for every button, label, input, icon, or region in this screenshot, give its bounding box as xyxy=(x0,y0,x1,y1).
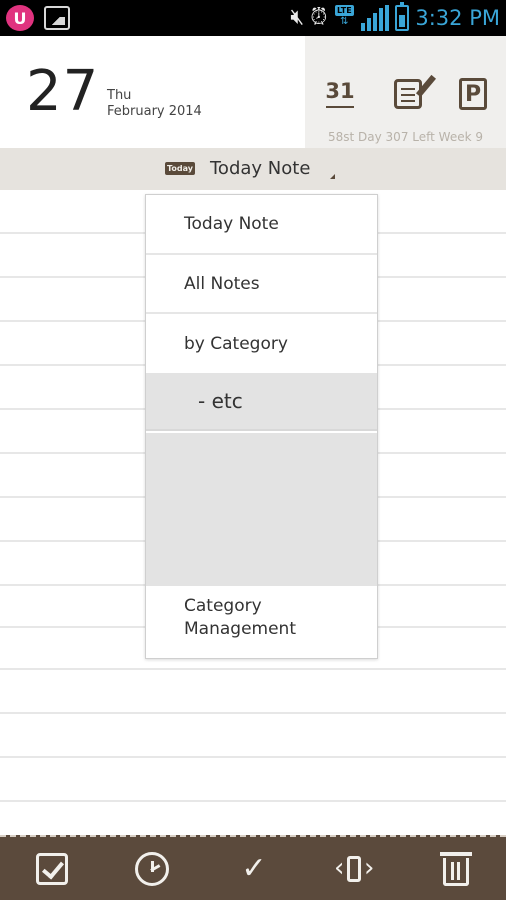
menu-item-all-notes[interactable]: All Notes xyxy=(146,255,377,314)
calendar-icon: 31 xyxy=(325,79,355,103)
volume-icon: 🔇︎ xyxy=(290,5,305,30)
p-icon: P xyxy=(459,78,487,110)
phone-rotate-icon xyxy=(334,853,374,883)
battery-icon xyxy=(395,2,410,31)
rotate-button[interactable] xyxy=(334,849,374,889)
status-time: 3:32 PM xyxy=(415,6,500,30)
menu-item-today-note[interactable]: Today Note xyxy=(146,195,377,255)
menu-item-label: by Category xyxy=(184,333,288,354)
dropdown-caret-icon xyxy=(330,174,335,179)
lte-icon: LTE ⇅ xyxy=(333,5,355,31)
today-badge-icon: Today xyxy=(165,162,195,175)
signal-icon xyxy=(361,5,390,31)
magic-check-button[interactable]: ✓ xyxy=(234,849,274,889)
checkbox-icon xyxy=(36,853,68,885)
data-arrows-icon: ⇅ xyxy=(340,16,349,27)
edit-note-button[interactable] xyxy=(388,74,428,114)
bottom-toolbar: ✓ xyxy=(0,835,506,900)
category-list-empty-area xyxy=(146,433,377,586)
menu-item-label: - etc xyxy=(198,389,243,413)
trash-icon xyxy=(440,852,472,886)
menu-item-category-etc[interactable]: - etc xyxy=(146,373,377,431)
lte-label: LTE xyxy=(335,5,354,16)
paper-line xyxy=(0,712,506,714)
uplus-icon: U xyxy=(6,5,34,31)
magic-check-icon: ✓ xyxy=(241,851,267,886)
time-button[interactable] xyxy=(132,849,172,889)
menu-item-category-management[interactable]: Category Management xyxy=(146,589,377,657)
p-button[interactable]: P xyxy=(455,74,491,114)
note-view-selector[interactable]: Today Today Note xyxy=(0,148,506,190)
month-year-label: February 2014 xyxy=(107,104,202,119)
day-stats: 58st Day 307 Left Week 9 xyxy=(328,130,483,144)
menu-item-label: Category Management xyxy=(184,596,296,639)
clock-icon xyxy=(135,852,169,886)
check-button[interactable] xyxy=(32,849,72,889)
date-header: 27 Thu February 2014 31 P 58st Day 307 L… xyxy=(0,36,506,148)
day-number: 27 xyxy=(26,59,100,124)
status-left: U xyxy=(6,5,70,31)
paper-line xyxy=(0,756,506,758)
edit-note-icon xyxy=(394,79,422,109)
status-bar: U 🔇︎ ⏰︎ LTE ⇅ 3:32 PM xyxy=(0,0,506,36)
weekday-label: Thu xyxy=(107,88,132,103)
view-title: Today Note xyxy=(210,158,311,179)
alarm-icon: ⏰︎ xyxy=(310,5,328,30)
paper-line xyxy=(0,800,506,802)
paper-line xyxy=(0,668,506,670)
delete-button[interactable] xyxy=(436,849,476,889)
gallery-icon xyxy=(44,6,70,30)
calendar-button[interactable]: 31 xyxy=(320,74,360,114)
note-view-dropdown: Today Note All Notes by Category - etc C… xyxy=(145,194,378,659)
menu-item-label: Today Note xyxy=(184,214,279,234)
menu-item-label: All Notes xyxy=(184,273,260,294)
menu-item-by-category[interactable]: by Category xyxy=(146,314,377,373)
status-right: 🔇︎ ⏰︎ LTE ⇅ 3:32 PM xyxy=(290,2,500,33)
